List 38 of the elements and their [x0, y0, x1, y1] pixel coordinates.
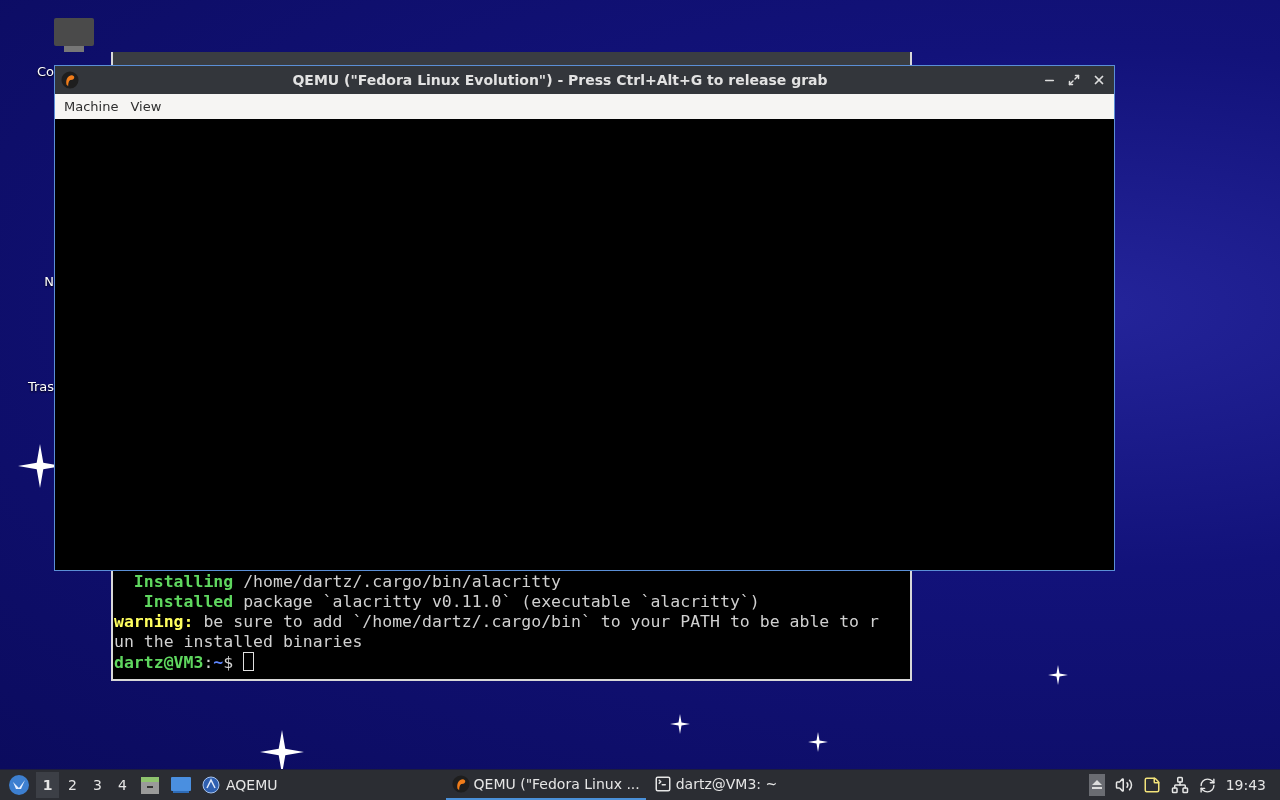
desktop-icon	[170, 776, 192, 794]
sparkle-icon	[808, 732, 828, 752]
desktop-icon-label[interactable]: Co	[36, 64, 54, 79]
taskbar-task[interactable]: dartz@VM3: ~	[647, 770, 784, 800]
clock[interactable]: 19:43	[1221, 777, 1276, 793]
network-icon	[1170, 776, 1189, 794]
computer-icon	[54, 18, 96, 54]
maximize-icon	[1068, 74, 1080, 86]
sparkle-icon	[670, 714, 690, 734]
terminal-line: un the installed binaries	[114, 632, 364, 652]
qemu-logo-icon	[451, 775, 470, 793]
menu-item[interactable]: View	[124, 97, 168, 116]
workspace-button[interactable]: 1	[36, 772, 59, 798]
file-cabinet-icon	[140, 775, 160, 795]
terminal-icon	[653, 775, 672, 793]
terminal-line: Installed package `alacritty v0.11.0` (executable `alacritty`)	[142, 592, 761, 612]
workspace-button[interactable]: 2	[61, 772, 84, 798]
speaker-icon	[1114, 776, 1133, 794]
terminal-line: dartz@VM3:~$	[114, 652, 910, 673]
terminal-line: Installing /home/dartz/.cargo/bin/alacritty	[132, 572, 563, 592]
refresh-icon	[1198, 776, 1216, 794]
terminal-line: warning: be sure to add `/home/dartz/.cargo/bin` to your PATH to be able to r	[114, 612, 880, 632]
menu-item[interactable]: Machine	[58, 97, 125, 116]
eject-icon	[1088, 774, 1105, 796]
terminal-cursor	[243, 652, 255, 671]
maximize-button[interactable]	[1066, 74, 1082, 86]
close-icon	[1092, 73, 1106, 87]
aqemu-launcher[interactable]: AQEMU	[198, 776, 282, 794]
workspace-button[interactable]: 3	[86, 772, 109, 798]
desktop-icon-label[interactable]: Tras	[27, 379, 54, 394]
taskbar-task[interactable]: QEMU ("Fedora Linux ...	[445, 770, 646, 800]
sparkle-icon	[1048, 665, 1068, 685]
desktop-icon-label[interactable]: N	[44, 274, 54, 289]
qemu-logo-icon	[61, 71, 79, 89]
sparkle-icon	[260, 730, 304, 769]
workspace-button[interactable]: 4	[111, 772, 134, 798]
note-icon	[1142, 776, 1161, 794]
window-title: QEMU ("Fedora Linux Evolution") - Press Ctrl+Alt+G to release grab	[291, 72, 829, 88]
